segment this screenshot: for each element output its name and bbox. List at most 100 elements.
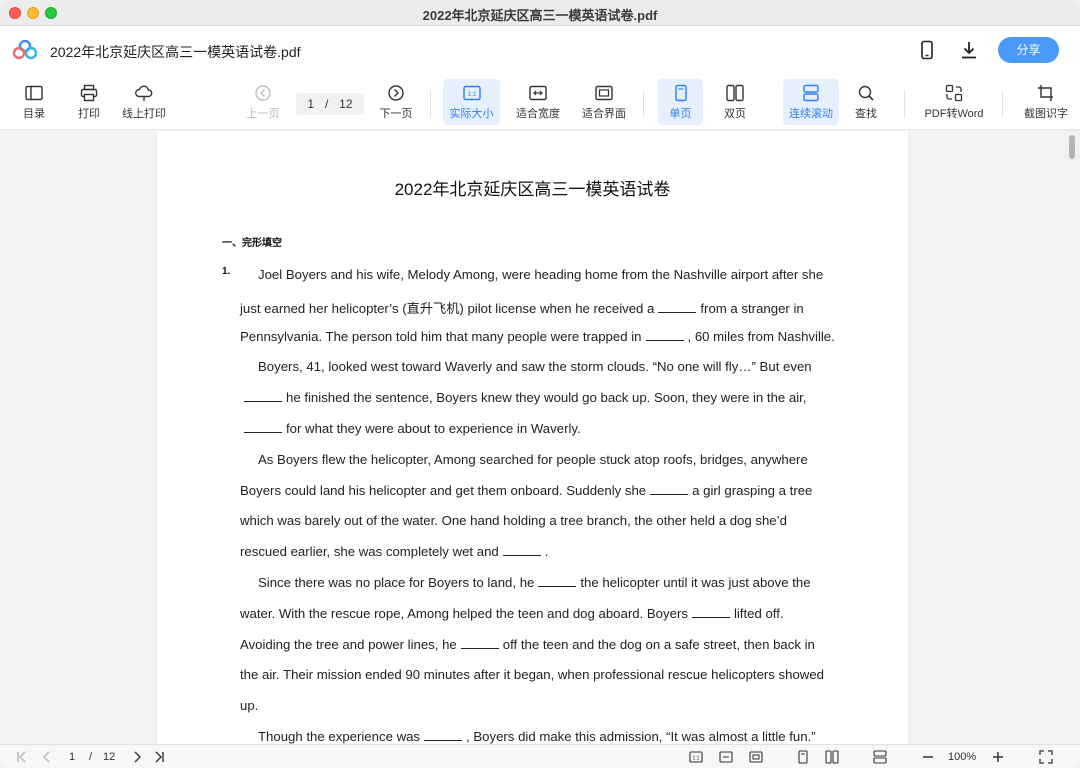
pdf-to-word-button[interactable]: PDF转Word xyxy=(920,79,988,125)
passage-text-segment: the helicopter until it was just above t… xyxy=(580,575,811,590)
passage-line: Boyers could land his helicopter and get… xyxy=(240,483,860,498)
continuous-scroll-button[interactable]: 连续滚动 xyxy=(783,79,839,125)
status-current-page[interactable]: 1 xyxy=(69,751,75,763)
passage-text-segment: Boyers, 41, looked west toward Waverly a… xyxy=(258,359,812,375)
double-page-icon xyxy=(726,84,744,102)
share-button[interactable]: 分享 xyxy=(998,37,1059,63)
prev-page-small-button[interactable] xyxy=(40,749,54,765)
print-button[interactable]: 打印 xyxy=(69,79,109,125)
toc-button[interactable]: 目录 xyxy=(14,79,54,125)
toolbar-divider xyxy=(904,90,905,118)
last-page-icon xyxy=(155,751,164,763)
header-bar: 2022年北京延庆区高三一模英语试卷.pdf 分享 xyxy=(0,26,1080,74)
pdf-page: 2022年北京延庆区高三一模英语试卷 一、完形填空 1. Joel Boyers… xyxy=(157,131,908,744)
answer-blank xyxy=(502,546,541,557)
toolbar-divider xyxy=(643,90,644,118)
fit-width-icon xyxy=(719,751,733,763)
answer-blank xyxy=(538,577,577,587)
total-pages: 12 xyxy=(339,97,353,111)
page-number-input[interactable]: 1 / 12 xyxy=(296,93,364,115)
status-actual-size-button[interactable]: 1:1 xyxy=(689,749,703,765)
phone-icon[interactable] xyxy=(916,39,938,61)
find-button[interactable]: 查找 xyxy=(846,79,886,125)
next-page-small-button[interactable] xyxy=(130,749,144,765)
continuous-scroll-icon xyxy=(873,750,887,764)
answer-blank xyxy=(658,303,697,313)
current-page: 1 xyxy=(307,97,315,111)
passage-text-segment: for what they were about to experience i… xyxy=(286,421,581,436)
ocr-capture-button[interactable]: 截图识字 xyxy=(1019,79,1073,125)
passage-line: Pennsylvania. The person told him that m… xyxy=(240,329,860,344)
passage-text-segment: a girl grasping a tree xyxy=(692,482,813,498)
fit-width-button[interactable]: 适合宽度 xyxy=(513,79,563,125)
passage-text-segment: Though the experience was xyxy=(258,729,421,744)
passage-line: Avoiding the tree and power lines, he off… xyxy=(240,637,860,652)
answer-blank xyxy=(244,423,282,433)
zoom-level[interactable]: 100% xyxy=(948,751,976,763)
download-icon[interactable] xyxy=(958,39,980,61)
svg-text:1:1: 1:1 xyxy=(693,755,700,761)
toolbar-divider xyxy=(1002,90,1003,118)
passage-text-segment: up. xyxy=(240,698,259,714)
fullscreen-button[interactable] xyxy=(1039,749,1053,765)
zoom-out-button[interactable] xyxy=(921,749,935,765)
passage-line: Since there was no place for Boyers to l… xyxy=(240,575,860,590)
double-page-button[interactable]: 双页 xyxy=(714,79,756,125)
passage-line: rescued earlier, she was completely wet … xyxy=(240,544,860,559)
status-fit-page-button[interactable] xyxy=(749,749,763,765)
prev-page-button[interactable]: 上一页 xyxy=(243,79,283,125)
online-print-button[interactable]: 线上打印 xyxy=(118,79,170,125)
svg-text:1:1: 1:1 xyxy=(467,91,476,98)
document-viewport[interactable]: 2022年北京延庆区高三一模英语试卷 一、完形填空 1. Joel Boyers… xyxy=(0,131,1080,744)
answer-blank xyxy=(424,731,463,741)
toc-icon xyxy=(25,85,43,101)
answer-blank xyxy=(645,331,684,341)
passage-text-segment: Joel Boyers and his wife, Melody Among, … xyxy=(258,267,824,282)
passage-text-segment: he finished the sentence, Boyers knew th… xyxy=(286,390,807,406)
passage-line: water. With the rescue rope, Among helpe… xyxy=(240,606,860,621)
passage-line: the air. Their mission ended 90 minutes … xyxy=(240,667,860,682)
status-fit-width-button[interactable] xyxy=(719,749,733,765)
passage-text-segment: the air. Their mission ended 90 minutes … xyxy=(240,667,825,683)
fullscreen-icon xyxy=(1039,750,1053,764)
passage-text-segment: , Boyers did make this admission, “It wa… xyxy=(466,729,816,744)
status-page-separator: / xyxy=(89,751,93,763)
status-total-pages: 12 xyxy=(103,751,116,763)
convert-icon xyxy=(945,84,963,102)
status-bar: 1 / 12 1:1 100% xyxy=(0,744,1080,768)
app-window: 2022年北京延庆区高三一模英语试卷.pdf 2022年北京延庆区高三一模英语试… xyxy=(0,0,1080,768)
answer-blank xyxy=(460,639,499,649)
last-page-button[interactable] xyxy=(152,749,166,765)
status-single-page-button[interactable] xyxy=(796,749,810,765)
passage-text-segment: which was barely out of the water. One h… xyxy=(240,513,787,529)
passage-line: which was barely out of the water. One h… xyxy=(240,513,860,528)
fit-page-icon xyxy=(749,751,763,763)
answer-blank xyxy=(650,485,689,495)
passage-text-segment: . xyxy=(544,544,549,560)
passage-line: for what they were about to experience i… xyxy=(240,421,860,436)
title-bar: 2022年北京延庆区高三一模英语试卷.pdf xyxy=(0,0,1080,26)
next-page-button[interactable]: 下一页 xyxy=(376,79,416,125)
passage-line: Joel Boyers and his wife, Melody Among, … xyxy=(240,267,860,282)
fit-page-button[interactable]: 适合界面 xyxy=(578,79,630,125)
passage-text-segment: Since there was no place for Boyers to l… xyxy=(258,575,535,590)
actual-size-button[interactable]: 1:1 实际大小 xyxy=(443,79,500,125)
status-double-page-button[interactable] xyxy=(825,749,839,765)
status-continuous-scroll-button[interactable] xyxy=(873,749,887,765)
first-page-button[interactable] xyxy=(15,749,29,765)
vertical-scrollbar[interactable] xyxy=(1069,135,1075,159)
chevron-right-circle-icon xyxy=(388,85,404,101)
passage-text-segment: Boyers could land his helicopter and get… xyxy=(240,482,647,498)
cloud-print-icon xyxy=(135,85,153,101)
passage-text-segment: from a stranger in xyxy=(700,300,804,316)
chevron-left-circle-icon xyxy=(255,85,271,101)
crop-icon xyxy=(1038,85,1053,101)
fit-page-icon xyxy=(595,85,613,101)
first-page-icon xyxy=(17,751,26,763)
zoom-in-button[interactable] xyxy=(991,749,1005,765)
chevron-right-icon xyxy=(134,751,141,763)
actual-size-icon: 1:1 xyxy=(462,85,481,101)
single-page-button[interactable]: 单页 xyxy=(658,79,703,125)
single-page-icon xyxy=(674,84,687,102)
passage-text-segment: , 60 miles from Nashville. xyxy=(687,328,835,344)
